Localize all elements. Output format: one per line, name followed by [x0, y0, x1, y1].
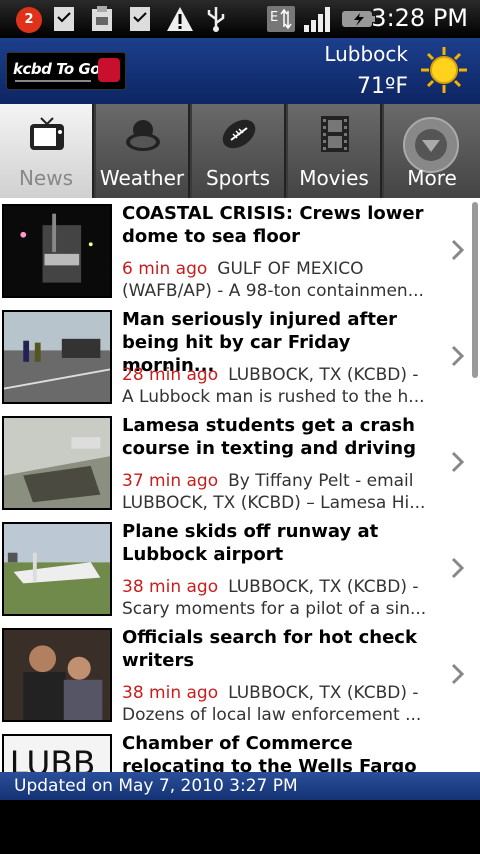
news-meta: 38 min ago LUBBOCK, TX (KCBD) -	[122, 682, 440, 704]
news-thumbnail	[2, 416, 112, 510]
clipboard-icon	[92, 6, 112, 31]
kcbd-logo[interactable]: kcbd To Go	[6, 52, 126, 90]
signal-strength-icon	[304, 7, 330, 32]
news-headline: Plane skids off runway at Lubbock airpor…	[122, 521, 379, 565]
warning-icon	[167, 7, 193, 31]
news-list[interactable]: COASTAL CRISIS: Crews lower dome to sea …	[0, 198, 480, 772]
news-headline: Lamesa students get a crash course in te…	[122, 415, 416, 459]
chevron-right-icon	[451, 557, 465, 579]
logo-text: kcbd To Go	[13, 60, 101, 78]
news-source: By Tiffany Pelt - email	[228, 471, 414, 491]
data-transfer-icon: E	[267, 6, 295, 32]
clock: 3:28 PM	[371, 4, 468, 32]
tv-icon	[30, 117, 64, 150]
news-item[interactable]: Officials search for hot check writers 3…	[0, 622, 480, 729]
news-headline: Chamber of Commerce relocating to the We…	[122, 733, 417, 772]
tab-weather[interactable]: Weather	[96, 104, 190, 198]
channel-11-mark	[98, 58, 120, 82]
news-time: 28 min ago	[122, 365, 219, 385]
football-icon	[222, 119, 256, 149]
news-snippet: Scary moments for a pilot of a sin...	[122, 599, 427, 619]
tab-sports[interactable]: Sports	[192, 104, 286, 198]
news-thumbnail	[2, 628, 112, 722]
news-source: GULF OF MEXICO	[217, 259, 364, 279]
status-bar: 2 E 3:28 PM	[0, 0, 480, 38]
tab-news[interactable]: News	[0, 104, 94, 198]
news-item[interactable]: Man seriously injured after being hit by…	[0, 304, 480, 411]
news-meta: 38 min ago LUBBOCK, TX (KCBD) -	[122, 576, 440, 598]
news-thumbnail	[2, 310, 112, 404]
tab-more[interactable]: More	[384, 104, 480, 198]
updated-footer: Updated on May 7, 2010 3:27 PM	[0, 772, 480, 800]
film-icon	[321, 116, 349, 152]
logo-underline	[15, 80, 91, 82]
tab-sports-label: Sports	[205, 166, 271, 190]
usb-icon	[207, 7, 225, 32]
notification-count-badge[interactable]: 2	[16, 7, 42, 33]
chevron-right-icon	[451, 451, 465, 473]
news-thumbnail	[2, 522, 112, 616]
tab-news-label: News	[18, 166, 74, 190]
temperature-label[interactable]: 71ºF	[357, 74, 408, 99]
svg-text:LUBB: LUBB	[10, 744, 96, 772]
chevron-right-icon	[451, 663, 465, 685]
news-source: LUBBOCK, TX (KCBD) -	[228, 683, 419, 703]
news-source: LUBBOCK, TX (KCBD) -	[228, 365, 419, 385]
news-time: 6 min ago	[122, 259, 208, 279]
chevron-right-icon	[451, 239, 465, 261]
app-header: kcbd To Go Lubbock 71ºF	[0, 38, 480, 104]
cloud-sun-icon	[126, 120, 160, 151]
checklist-icon	[54, 7, 74, 31]
sunny-icon[interactable]	[420, 46, 468, 94]
news-thumbnail	[2, 204, 112, 298]
svg-text:E: E	[270, 10, 278, 25]
news-headline: Officials search for hot check writers	[122, 627, 417, 671]
news-meta: 28 min ago LUBBOCK, TX (KCBD) -	[122, 364, 440, 386]
news-item[interactable]: Plane skids off runway at Lubbock airpor…	[0, 516, 480, 623]
tab-movies[interactable]: Movies	[288, 104, 382, 198]
news-meta: 37 min ago By Tiffany Pelt - email	[122, 470, 440, 492]
news-snippet: A Lubbock man is rushed to the h...	[122, 387, 425, 407]
tab-more-label: More	[407, 166, 457, 190]
news-meta: 6 min ago GULF OF MEXICO	[122, 258, 440, 280]
updated-timestamp: Updated on May 7, 2010 3:27 PM	[14, 776, 298, 796]
news-item[interactable]: LUBB Chamber of Commerce relocating to t…	[0, 728, 480, 772]
news-item[interactable]: COASTAL CRISIS: Crews lower dome to sea …	[0, 198, 480, 305]
news-thumbnail: LUBB	[2, 734, 112, 772]
news-headline: COASTAL CRISIS: Crews lower dome to sea …	[122, 203, 424, 247]
news-item[interactable]: Lamesa students get a crash course in te…	[0, 410, 480, 517]
tab-bar: News Weather Sports Movies More	[0, 104, 480, 198]
news-snippet: LUBBOCK, TX (KCBD) – Lamesa Hi...	[122, 493, 426, 513]
news-time: 38 min ago	[122, 683, 219, 703]
news-time: 38 min ago	[122, 577, 219, 597]
tab-movies-label: Movies	[299, 166, 369, 190]
checklist-icon	[130, 7, 150, 31]
list-scrollbar[interactable]	[472, 202, 478, 378]
chevron-right-icon	[451, 345, 465, 367]
news-time: 37 min ago	[122, 471, 219, 491]
news-snippet: (WAFB/AP) - A 98-ton containmen...	[122, 281, 424, 301]
news-source: LUBBOCK, TX (KCBD) -	[228, 577, 419, 597]
tab-weather-label: Weather	[99, 166, 185, 190]
news-snippet: Dozens of local law enforcement ...	[122, 705, 422, 725]
city-label[interactable]: Lubbock	[324, 42, 408, 66]
